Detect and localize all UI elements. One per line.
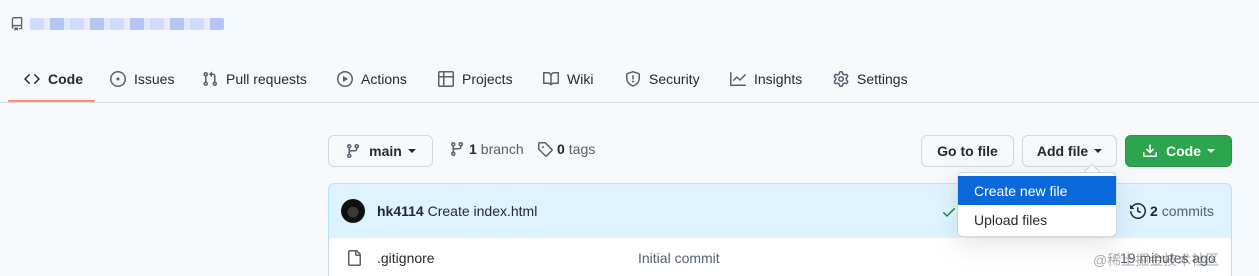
repo-nav: Code Issues Pull requests Actions Projec… (0, 55, 1259, 103)
repo-icon (11, 17, 23, 31)
avatar[interactable] (341, 199, 365, 223)
caret-down-icon (407, 149, 416, 153)
go-to-file-button[interactable]: Go to file (921, 135, 1014, 167)
branch-count: 1 (469, 141, 477, 157)
caret-down-icon (1094, 149, 1103, 153)
tab-label: Wiki (567, 71, 594, 87)
go-to-file-label: Go to file (937, 143, 998, 159)
branch-name: main (369, 143, 402, 159)
tab-label: Settings (857, 71, 908, 87)
tab-label: Pull requests (226, 71, 307, 87)
book-icon (543, 71, 559, 86)
tab-label: Security (649, 71, 700, 87)
tab-security[interactable]: Security (625, 55, 700, 103)
tab-settings[interactable]: Settings (833, 55, 908, 103)
tab-label: Issues (134, 71, 175, 87)
caret-down-icon (1207, 149, 1215, 153)
tab-wiki[interactable]: Wiki (543, 55, 593, 103)
branch-word: branch (480, 141, 524, 157)
tag-count: 0 (557, 141, 565, 157)
table-icon (438, 71, 454, 87)
tab-actions[interactable]: Actions (337, 55, 407, 103)
commit-history-link[interactable]: 2 commits (1130, 203, 1214, 219)
tab-projects[interactable]: Projects (438, 55, 513, 103)
commit-message[interactable]: Create index.html (428, 203, 538, 219)
tab-insights[interactable]: Insights (730, 55, 802, 103)
tags-link[interactable]: 0 tags (537, 141, 595, 157)
tab-code[interactable]: Code (24, 55, 83, 103)
repo-name-blurred[interactable] (30, 18, 224, 30)
graph-icon (730, 72, 746, 86)
file-commit-message[interactable]: Initial commit (638, 250, 720, 266)
code-button-label: Code (1166, 143, 1201, 159)
latest-commit-text: hk4114 Create index.html (377, 203, 537, 219)
tab-label: Projects (462, 71, 513, 87)
tab-label: Code (48, 71, 83, 87)
tab-label: Insights (754, 71, 803, 87)
menu-item-upload-files[interactable]: Upload files (958, 205, 1116, 234)
tag-word: tags (568, 141, 596, 157)
tag-icon (538, 142, 553, 157)
pull-request-icon (203, 71, 218, 87)
tab-label: Actions (361, 71, 407, 87)
gear-icon (833, 71, 849, 87)
play-icon (337, 71, 353, 87)
add-file-label: Add file (1036, 143, 1089, 159)
tab-pull-requests[interactable]: Pull requests (202, 55, 307, 103)
commit-word: commits (1161, 203, 1214, 219)
watermark: @稀土掘金技术社区 (1093, 252, 1220, 268)
repo-header (10, 14, 224, 34)
history-icon (1130, 203, 1146, 219)
tab-issues[interactable]: Issues (110, 55, 174, 103)
code-icon (24, 73, 40, 85)
branch-select-button[interactable]: main (328, 135, 433, 167)
branch-icon (450, 142, 463, 157)
commit-count: 2 (1150, 203, 1158, 219)
add-file-menu: Create new file Upload files (957, 172, 1117, 237)
commit-author[interactable]: hk4114 (377, 203, 424, 219)
shield-icon (626, 71, 640, 87)
branch-icon (347, 144, 360, 159)
menu-item-create-new-file[interactable]: Create new file (958, 176, 1116, 205)
download-icon (1143, 144, 1157, 157)
file-icon (348, 250, 361, 266)
add-file-button[interactable]: Add file (1022, 135, 1117, 167)
menu-item-label: Upload files (974, 211, 1048, 228)
code-download-button[interactable]: Code (1125, 135, 1232, 167)
branches-link[interactable]: 1 branch (449, 141, 524, 157)
issue-icon (110, 71, 126, 87)
selected-tab-underline (8, 100, 95, 102)
check-icon[interactable] (941, 204, 957, 220)
menu-item-label: Create new file (974, 182, 1068, 199)
file-name[interactable]: .gitignore (377, 250, 435, 266)
